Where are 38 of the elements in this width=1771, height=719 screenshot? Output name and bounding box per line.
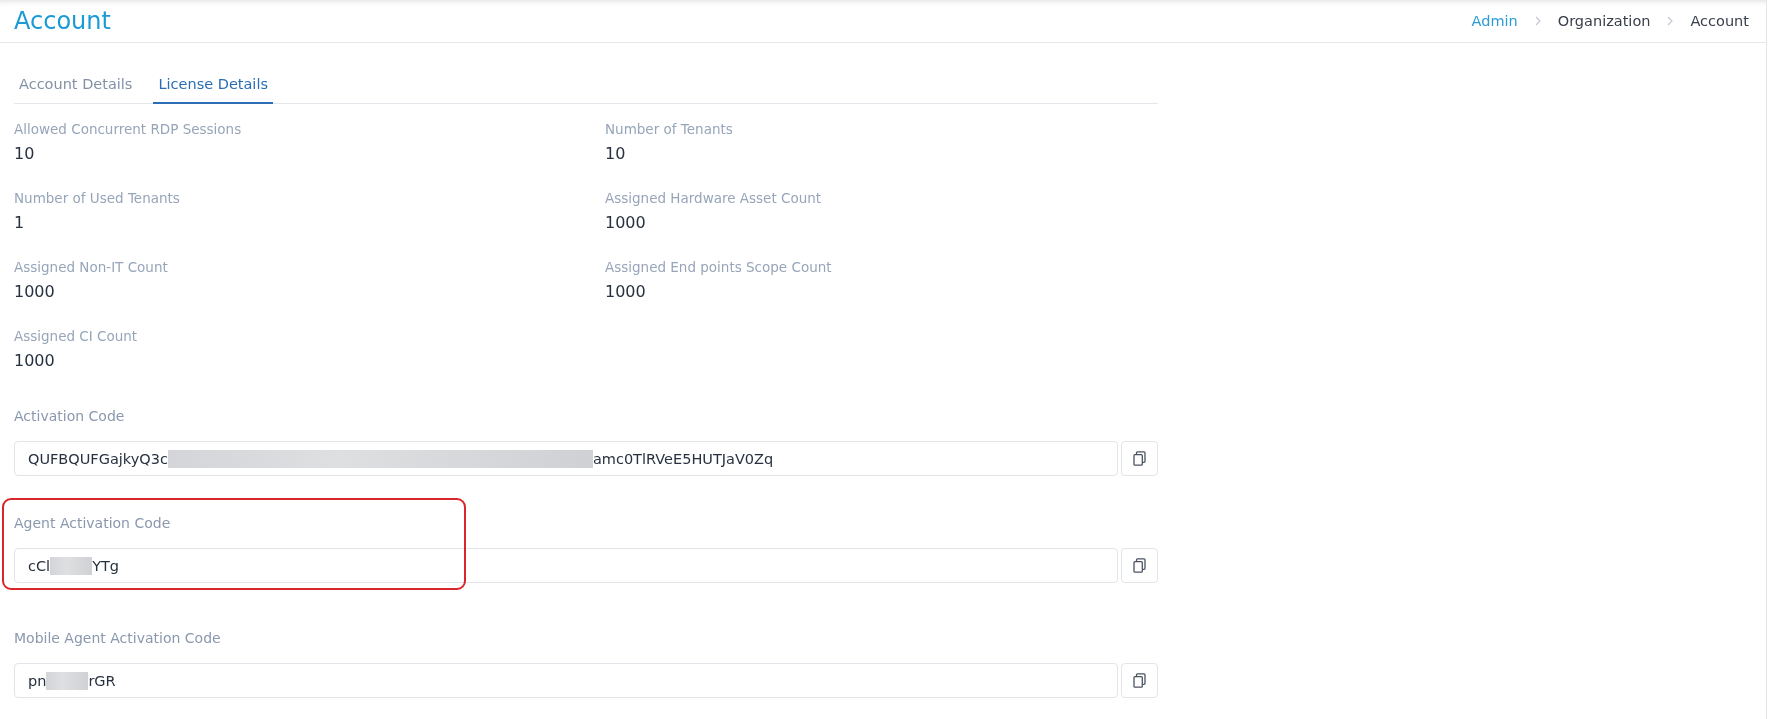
field-label: Number of Used Tenants: [14, 190, 180, 206]
page-title: Account: [14, 6, 111, 36]
field-value: 1000: [14, 350, 55, 372]
code-text: amc0TlRVeE5HUTJaV0Zq: [592, 449, 774, 468]
copy-icon: [1133, 558, 1146, 573]
field-value: 1000: [14, 281, 55, 303]
chevron-icon: [1667, 16, 1674, 26]
copy-icon: [1133, 451, 1146, 466]
field-value: 1000: [605, 212, 646, 234]
field-label: Agent Activation Code: [14, 515, 171, 531]
code-text: pn: [28, 671, 47, 690]
code-field[interactable]: QUFBQUFGajkyQ3c amc0TlRVeE5HUTJaV0Zq: [14, 441, 1118, 476]
field-value: 1000: [605, 281, 646, 303]
field-label: Number of Tenants: [605, 121, 733, 137]
code-field[interactable]: cCl YTg: [14, 548, 1118, 583]
code-text: QUFBQUFGajkyQ3c: [28, 449, 168, 468]
code-field[interactable]: pn rGR: [14, 663, 1118, 698]
field-label: Assigned End points Scope Count: [605, 259, 832, 275]
breadcrumb-item: Organization: [1557, 12, 1651, 30]
field-label: Allowed Concurrent RDP Sessions: [14, 121, 242, 137]
field-label: Mobile Agent Activation Code: [14, 630, 221, 646]
field-value: 10: [605, 143, 626, 165]
field-label: Assigned Hardware Asset Count: [605, 190, 822, 206]
code-text: cCl: [28, 556, 51, 575]
chevron-icon: [1534, 16, 1541, 26]
copy-button[interactable]: [1121, 548, 1158, 583]
copy-button[interactable]: [1121, 663, 1158, 698]
tab[interactable]: License Details: [153, 65, 273, 104]
copy-button[interactable]: [1121, 441, 1158, 476]
field-value: 10: [14, 143, 35, 165]
code-text: YTg: [92, 556, 120, 575]
field-value: 1: [14, 212, 25, 234]
field-label: Assigned CI Count: [14, 328, 138, 344]
field-label: Activation Code: [14, 408, 125, 424]
field-label: Assigned Non-IT Count: [14, 259, 168, 275]
code-text: rGR: [88, 671, 116, 690]
breadcrumb-item: Account: [1690, 12, 1749, 30]
copy-icon: [1133, 673, 1146, 688]
